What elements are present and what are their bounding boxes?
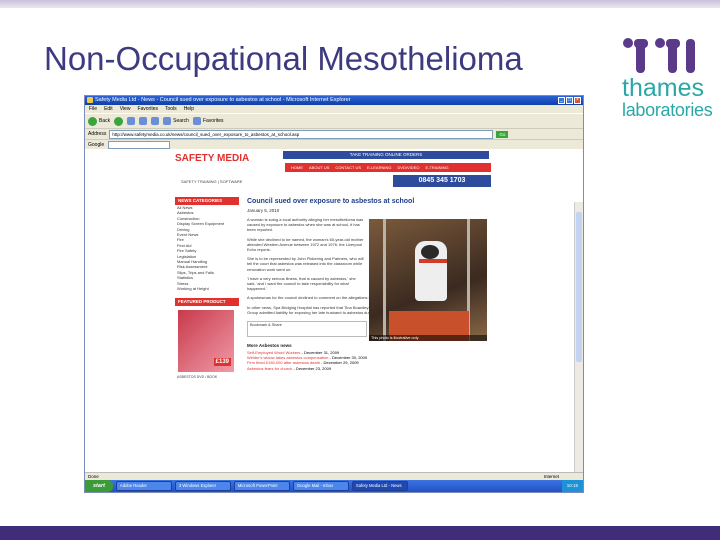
menu-file[interactable]: File: [89, 105, 97, 113]
system-clock: 10:15: [561, 480, 583, 492]
category-item[interactable]: Working at Height: [177, 286, 239, 291]
news-date: - December 23, 2009: [293, 365, 332, 371]
taskbar-item-active[interactable]: Safety Media Ltd - News: [351, 481, 408, 491]
google-search-input[interactable]: [108, 141, 171, 149]
google-label: Google: [88, 142, 105, 148]
article-paragraph: While she declined to be named, the woma…: [247, 236, 364, 253]
brand-tagline: SAFETY TRAINING | SOFTWARE: [181, 179, 243, 184]
phone-number: 0845 345 1703: [393, 175, 491, 187]
menu-bar: File Edit View Favorites Tools Help: [85, 105, 583, 113]
nav-dvd[interactable]: DVD/VIDEO: [397, 163, 419, 172]
star-icon: [192, 117, 201, 125]
logo-wordmark-1: thames: [622, 74, 704, 102]
nav-etraining[interactable]: E-TRAINING: [425, 163, 448, 172]
site-nav: HOME ABOUT US CONTACT US E-LEARNING DVD/…: [285, 163, 491, 172]
address-input[interactable]: http://www.safetymedia.co.uk/news/counci…: [109, 129, 494, 139]
minimize-icon[interactable]: _: [558, 97, 565, 104]
page-content: SAFETY MEDIA SAFETY TRAINING | SOFTWARE …: [85, 149, 583, 492]
logo-wordmark-2: laboratories: [622, 100, 713, 120]
windows-taskbar: start Adobe Reader 3 Windows Explorer Mi…: [85, 480, 583, 492]
respirator-mask: [421, 245, 439, 259]
article-paragraph: 'I have a very serious illness, that is …: [247, 275, 356, 292]
site-brand[interactable]: SAFETY MEDIA SAFETY TRAINING | SOFTWARE: [175, 151, 253, 187]
ie-icon: [87, 97, 93, 103]
featured-price: £139: [213, 357, 231, 366]
article-paragraph: A woman is suing a local authority alleg…: [247, 217, 364, 233]
search-icon: [163, 117, 172, 125]
article-photo: This photo is illustrative only: [369, 219, 487, 341]
featured-header: FEATURED PRODUCT: [175, 297, 239, 306]
window-title: Safety Media Ltd - News - Council sued o…: [95, 97, 351, 103]
news-link[interactable]: Asbestos fears for church: [247, 366, 292, 371]
categories-list: All News Asbestos Construction Display S…: [175, 205, 239, 292]
logo-mark-icon: [623, 38, 695, 73]
home-icon[interactable]: [151, 117, 160, 125]
favorites-label: Favorites: [202, 118, 224, 124]
nav-home[interactable]: HOME: [291, 163, 303, 172]
article-date: January 5, 2010: [247, 208, 280, 213]
search-button[interactable]: Search: [163, 117, 189, 125]
featured-caption[interactable]: ASBESTOS DVD / BOOK: [177, 375, 237, 379]
article: Council sued over exposure to asbestos a…: [247, 197, 487, 371]
maximize-icon[interactable]: □: [566, 97, 573, 104]
browser-title-bar: Safety Media Ltd - News - Council sued o…: [85, 96, 583, 105]
more-news-list: Self-Employed Wood Workers - December 31…: [247, 350, 487, 371]
menu-help[interactable]: Help: [184, 105, 194, 113]
status-bar: Done Internet: [85, 472, 583, 480]
status-text: Done: [88, 474, 99, 479]
thames-laboratories-logo: thames laboratories: [612, 36, 713, 122]
taskbar-item[interactable]: Google Mail - Inbox: [292, 481, 349, 491]
safety-media-logo: SAFETY MEDIA: [175, 153, 250, 164]
article-paragraph: She is to be represented by John Pickeri…: [247, 256, 364, 272]
address-bar: Address http://www.safetymedia.co.uk/new…: [85, 128, 583, 139]
search-label: Search: [173, 118, 189, 124]
back-label: Back: [99, 118, 111, 124]
categories-header: NEWS CATEGORIES: [175, 197, 239, 205]
menu-view[interactable]: View: [120, 105, 131, 113]
refresh-icon[interactable]: [139, 117, 148, 125]
taskbar-item[interactable]: 3 Windows Explorer: [174, 481, 231, 491]
favorites-button[interactable]: Favorites: [192, 117, 224, 125]
bookmark-share-widget[interactable]: Bookmark & Share: [247, 321, 367, 338]
slide-title: Non-Occupational Mesothelioma: [44, 40, 523, 77]
address-label: Address: [88, 131, 107, 137]
back-arrow-icon: [88, 116, 97, 126]
menu-tools[interactable]: Tools: [165, 105, 177, 113]
nav-contact[interactable]: CONTACT US: [335, 163, 361, 172]
toolbar: Back Search Favorites: [85, 113, 583, 128]
stop-icon[interactable]: [127, 117, 136, 125]
browser-screenshot: Safety Media Ltd - News - Council sued o…: [84, 95, 584, 493]
sidebar: NEWS CATEGORIES All News Asbestos Constr…: [175, 197, 239, 382]
menu-edit[interactable]: Edit: [104, 105, 113, 113]
website: SAFETY MEDIA SAFETY TRAINING | SOFTWARE …: [173, 149, 491, 472]
go-button[interactable]: Go: [496, 130, 509, 138]
nav-about[interactable]: ABOUT US: [309, 163, 329, 172]
nav-elearning[interactable]: E-LEARNING: [367, 163, 391, 172]
close-icon[interactable]: ×: [574, 97, 581, 104]
menu-favorites[interactable]: Favorites: [137, 105, 158, 113]
bookmark-label: Bookmark & Share: [250, 323, 282, 328]
scaffold-pole: [383, 219, 386, 341]
slide-top-band: [0, 0, 720, 8]
taskbar-item[interactable]: Microsoft PowerPoint: [233, 481, 290, 491]
start-button[interactable]: start: [85, 480, 113, 492]
window-controls: _ □ ×: [558, 97, 581, 104]
top-strip[interactable]: TAKE TRAINING ONLINE ORDERS: [283, 151, 489, 159]
more-news-header: More Asbestos news: [247, 343, 292, 349]
vertical-scrollbar[interactable]: [574, 202, 583, 492]
back-button[interactable]: Back: [88, 116, 111, 126]
taskbar-item[interactable]: Adobe Reader: [115, 481, 172, 491]
harness-strap: [419, 259, 447, 263]
slide-bottom-band: [0, 526, 720, 540]
list-item: Asbestos fears for church - December 23,…: [247, 366, 487, 371]
featured-product-image[interactable]: £139: [178, 309, 234, 372]
article-headline: Council sued over exposure to asbestos a…: [247, 198, 415, 205]
scrollbar-thumb[interactable]: [576, 212, 582, 362]
forward-arrow-icon[interactable]: [114, 116, 124, 126]
photo-caption: This photo is illustrative only: [369, 335, 487, 341]
